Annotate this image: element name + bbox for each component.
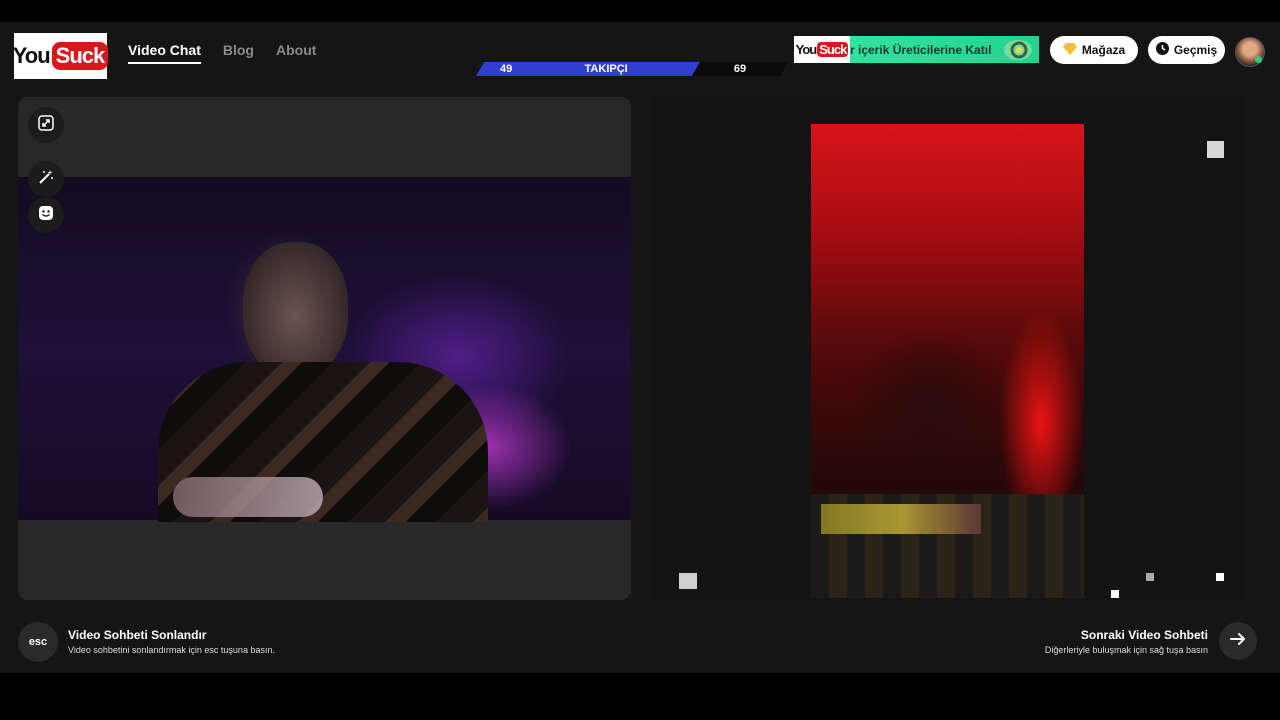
app-logo[interactable]: You Suck <box>12 33 109 79</box>
expand-button[interactable] <box>28 107 64 143</box>
promo-logo-suck: Suck <box>817 42 849 57</box>
creator-badge-icon <box>1001 38 1035 62</box>
end-chat-button[interactable]: esc <box>18 622 58 662</box>
creator-promo-banner[interactable]: You Suck r içerik Üreticilerine Katıl <box>794 36 1039 63</box>
nav-video-chat[interactable]: Video Chat <box>128 42 201 64</box>
promo-logo-you: You <box>795 42 818 57</box>
promo-text: r içerik Üreticilerine Katıl <box>850 42 992 57</box>
pixel-artifact <box>1146 573 1154 581</box>
magic-wand-icon <box>38 169 54 190</box>
pixel-artifact <box>1207 141 1224 158</box>
end-chat-title: Video Sohbeti Sonlandır <box>68 628 207 642</box>
next-chat-subtitle: Diğerleriyle buluşmak için sağ tuşa bası… <box>1044 645 1208 655</box>
follower-bar-dark: 69 <box>692 62 788 76</box>
user-avatar[interactable] <box>1235 37 1265 67</box>
history-label: Geçmiş <box>1173 43 1218 57</box>
remote-person-accent <box>821 504 981 534</box>
next-chat-info: Sonraki Video Sohbeti Diğerleriyle buluş… <box>1045 628 1208 655</box>
nav-blog[interactable]: Blog <box>223 42 254 64</box>
pixel-artifact <box>1216 573 1224 581</box>
pixel-artifact <box>679 573 697 589</box>
follower-label: TAKIPÇI <box>584 63 628 75</box>
logo-text-suck: Suck <box>51 42 109 70</box>
expand-icon <box>38 114 54 136</box>
follower-right-count: 69 <box>733 63 747 75</box>
effects-button[interactable] <box>28 161 64 197</box>
nav-about[interactable]: About <box>276 42 316 64</box>
local-video-feed <box>18 177 631 522</box>
main-nav: Video Chat Blog About <box>128 42 316 64</box>
online-status-dot <box>1255 56 1262 63</box>
follower-bar-blue: 49 TAKIPÇI <box>476 62 700 76</box>
diamond-icon <box>1062 42 1077 58</box>
face-filter-icon <box>39 205 53 225</box>
next-chat-title: Sonraki Video Sohbeti <box>1080 628 1208 642</box>
store-label: Mağaza <box>1081 43 1126 57</box>
local-person-face <box>243 242 348 377</box>
local-person-hands <box>173 477 323 517</box>
local-video-panel <box>18 97 631 600</box>
remote-video-feed <box>811 124 1084 598</box>
next-chat-button[interactable] <box>1219 622 1257 660</box>
promo-logo: You Suck <box>794 36 850 63</box>
end-chat-subtitle: Video sohbetini sonlandırmak için esc tu… <box>68 645 275 655</box>
arrow-right-icon <box>1230 632 1246 651</box>
history-button[interactable]: Geçmiş <box>1148 36 1225 64</box>
logo-text-you: You <box>12 43 51 68</box>
face-filter-button[interactable] <box>28 197 64 233</box>
follower-bar: 49 TAKIPÇI 69 <box>476 62 788 76</box>
pixel-artifact <box>1111 590 1119 598</box>
clock-icon <box>1155 42 1169 58</box>
end-chat-info: Video Sohbeti Sonlandır Video sohbetini … <box>68 628 275 655</box>
follower-left-count: 49 <box>500 63 513 75</box>
store-button[interactable]: Mağaza <box>1050 36 1138 64</box>
